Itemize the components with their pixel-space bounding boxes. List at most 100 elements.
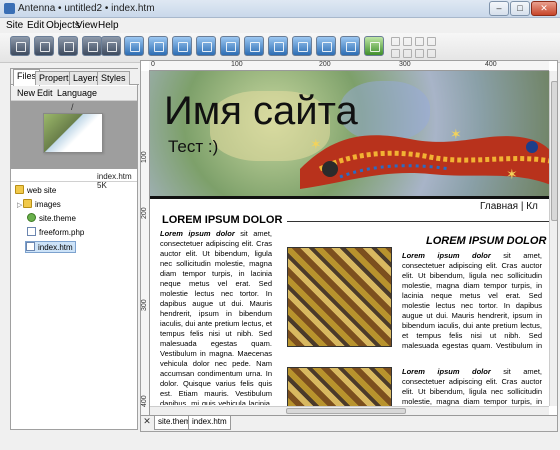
zoom-tool-icon[interactable] (220, 36, 240, 56)
tree-root-label: web site (27, 186, 57, 195)
folder-icon (23, 199, 32, 208)
preview-icon[interactable] (82, 36, 102, 56)
vertical-ruler: 100 200 300 400 (141, 71, 150, 416)
close-button[interactable]: ✕ (531, 1, 557, 16)
menu-edit[interactable]: Edit (27, 20, 44, 31)
image-tool-icon[interactable] (172, 36, 192, 56)
nav-divider (287, 221, 549, 222)
align-left-icon[interactable] (390, 36, 400, 46)
save-icon[interactable] (34, 36, 54, 56)
menu-help[interactable]: Help (98, 20, 119, 31)
file-icon (27, 227, 36, 236)
doc-tab-index[interactable]: index.htm (188, 416, 231, 430)
photo-top[interactable] (287, 247, 392, 347)
table-tool-icon[interactable] (292, 36, 312, 56)
search-tool-icon[interactable] (340, 36, 360, 56)
tree-root[interactable]: web site (15, 185, 56, 197)
col2-heading[interactable]: LOREM IPSUM DOLOR (426, 235, 546, 247)
publish-icon[interactable] (101, 36, 121, 56)
toolbar (0, 33, 560, 63)
box-tool-icon[interactable] (148, 36, 168, 56)
link-tool-icon[interactable] (244, 36, 264, 56)
align-right-icon[interactable] (414, 36, 424, 46)
panel-menu-edit[interactable]: Edit (37, 88, 53, 98)
panel-menu-new[interactable]: New (17, 88, 35, 98)
ruler-tick: 200 (141, 207, 148, 219)
col1-body: sit amet, consectetuer adipiscing elit. … (160, 229, 272, 405)
scroll-thumb[interactable] (286, 408, 406, 414)
distribute-icon[interactable] (426, 36, 436, 46)
panel-menu: New Edit Language (11, 86, 137, 101)
new-page-icon[interactable] (10, 36, 30, 56)
ruler-tick: 300 (141, 299, 148, 311)
tree-item-label: site.theme (39, 214, 76, 223)
page-header[interactable]: Имя сайта Тест :) ✶ ✶ ✶ (150, 71, 549, 199)
photo-bottom[interactable] (287, 367, 392, 406)
file-icon (26, 242, 35, 251)
col1-heading[interactable]: LOREM IPSUM DOLOR (162, 214, 282, 226)
page-thumbnail[interactable] (43, 113, 103, 153)
web-page-canvas[interactable]: Имя сайта Тест :) ✶ ✶ ✶ Главная | Кл LOR… (150, 71, 549, 406)
col2-lead: Lorem ipsum dolor (402, 251, 491, 260)
menu-site[interactable]: Site (6, 20, 23, 31)
col2-text[interactable]: Lorem ipsum dolor sit amet, consectetuer… (402, 251, 542, 351)
text-tool-icon[interactable] (196, 36, 216, 56)
tree-item-label: index.htm (38, 243, 73, 252)
ruler-tick: 100 (231, 61, 243, 68)
title-bar: Antenna • untitled2 • index.htm – □ ✕ (0, 0, 560, 18)
paste-icon[interactable] (414, 48, 424, 58)
files-panel: Files Properties Layers Styles New Edit … (10, 68, 139, 430)
ruler-tick: 400 (141, 395, 148, 407)
menu-objects[interactable]: Objects (46, 20, 80, 31)
minimize-button[interactable]: – (489, 1, 509, 16)
ruler-tick: 0 (151, 61, 155, 68)
align-center-icon[interactable] (402, 36, 412, 46)
folder-icon (15, 185, 24, 194)
col1-lead: Lorem ipsum dolor (160, 229, 235, 238)
panel-menu-language[interactable]: Language (57, 88, 97, 98)
ruler-tick: 100 (141, 151, 148, 163)
tree-item-images[interactable]: ▷ images (17, 199, 61, 211)
menu-view[interactable]: View (76, 20, 98, 31)
panel-divider (11, 181, 137, 182)
panel-tabs: Files Properties Layers Styles (11, 69, 139, 86)
draw-tool-icon[interactable] (316, 36, 336, 56)
menu-bar: Site Edit Objects View Help (0, 18, 560, 33)
app-icon (4, 3, 15, 14)
form-tool-icon[interactable] (268, 36, 288, 56)
flag-tool-icon[interactable] (364, 36, 384, 56)
page-editor: 0 100 200 300 400 100 200 300 400 Имя са… (140, 60, 558, 432)
star-decoration: ✶ (506, 166, 518, 182)
window-title: Antenna • untitled2 • index.htm (18, 3, 155, 14)
page-preview: / (11, 101, 137, 169)
close-tab-icon[interactable]: ✕ (142, 417, 152, 427)
horizontal-scrollbar[interactable] (150, 406, 549, 415)
col2-text-2[interactable]: Lorem ipsum dolor sit amet, consectetuer… (402, 367, 542, 406)
delete-icon[interactable] (426, 48, 436, 58)
tree-item-site-theme[interactable]: site.theme (27, 213, 76, 225)
maximize-button[interactable]: □ (510, 1, 530, 16)
site-subtitle[interactable]: Тест :) (168, 137, 218, 157)
col2-body: sit amet, consectetuer adipiscing elit. … (402, 251, 542, 350)
pointer-tool-icon[interactable] (124, 36, 144, 56)
ruler-tick: 300 (399, 61, 411, 68)
nav-links[interactable]: Главная | Кл (480, 201, 538, 212)
horizontal-ruler: 0 100 200 300 400 (149, 61, 549, 71)
scroll-thumb[interactable] (551, 81, 557, 221)
tab-styles[interactable]: Styles (97, 71, 130, 85)
tree-item-label: freeform.php (39, 228, 85, 237)
col1-text[interactable]: Lorem ipsum dolor sit amet, consectetuer… (160, 229, 272, 405)
tree-item-freeform[interactable]: freeform.php (27, 227, 84, 239)
globe-icon[interactable] (58, 36, 78, 56)
copy-icon[interactable] (402, 48, 412, 58)
star-decoration: ✶ (310, 136, 322, 152)
ruler-tick: 400 (485, 61, 497, 68)
cut-icon[interactable] (390, 48, 400, 58)
star-decoration: ✶ (450, 126, 462, 142)
vertical-scrollbar[interactable] (549, 71, 557, 406)
col2-lead-2: Lorem ipsum dolor (402, 367, 491, 376)
path-label: / (71, 102, 74, 112)
theme-icon (27, 213, 36, 222)
tree-item-index[interactable]: index.htm (25, 241, 76, 253)
tree-item-label: images (35, 200, 61, 209)
